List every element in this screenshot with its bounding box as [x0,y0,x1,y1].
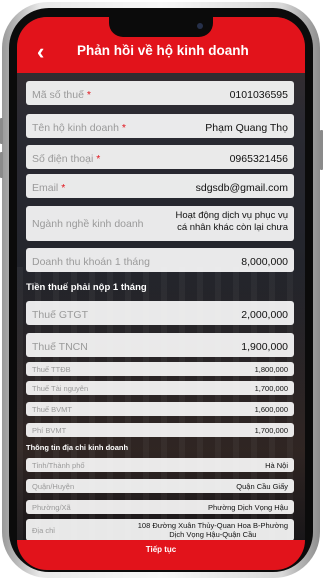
phone-field[interactable]: Số điện thoại * 0965321456 [26,145,294,169]
resource-tax-value: 1,700,000 [254,384,288,393]
camera-icon [197,23,203,29]
pit-label: Thuế TNCN [32,341,88,353]
tax-code-field[interactable]: Mã số thuế * 0101036595 [26,81,294,105]
address-value-line2: Dịch Vọng Hậu-Quận Cầu [169,530,257,539]
footer-bar: Tiếp tục [17,540,305,570]
address-section-title: Thông tin địa chỉ kinh doanh [26,443,129,452]
revenue-field[interactable]: Doanh thu khoán 1 tháng 8,000,000 [26,248,294,272]
address-value-line1: 108 Đường Xuân Thủy-Quan Hoa B-Phường [137,521,288,530]
special-tax-value: 1,800,000 [254,365,288,374]
province-label: Tỉnh/Thành phố [32,461,85,470]
district-field[interactable]: Quận/Huyện Quận Cầu Giấy [26,479,294,493]
vat-label: Thuế GTGT [32,309,89,321]
province-value: Hà Nội [265,461,288,470]
env-fee-label: Phí BVMT [32,426,67,435]
required-mark: * [86,89,91,101]
page-title: Phản hồi về hộ kinh doanh [77,43,249,58]
phone-label: Số điện thoại [32,153,94,165]
revenue-value: 8,000,000 [241,256,288,268]
email-value: sdgsdb@gmail.com [195,182,288,194]
env-tax-value: 1,600,000 [254,405,288,414]
ward-field[interactable]: Phường/Xã Phường Dịch Vọng Hậu [26,500,294,514]
ward-label: Phường/Xã [32,503,71,512]
env-fee-field[interactable]: Phí BVMT 1,700,000 [26,423,294,437]
special-tax-label: Thuế TTĐB [32,365,71,374]
phone-value: 0965321456 [229,153,288,165]
env-tax-label: Thuế BVMT [32,405,73,414]
tax-code-value: 0101036595 [229,89,288,101]
pit-field[interactable]: Thuế TNCN 1,900,000 [26,333,294,357]
pit-value: 1,900,000 [241,341,288,353]
continue-button[interactable]: Tiếp tục [17,545,305,554]
resource-tax-label: Thuế Tài nguyên [32,384,89,393]
business-name-field[interactable]: Tên hộ kinh doanh * Phạm Quang Thọ [26,114,294,138]
vat-value: 2,000,000 [241,309,288,321]
volume-up-button [0,118,3,144]
resource-tax-field[interactable]: Thuế Tài nguyên 1,700,000 [26,381,294,395]
district-label: Quận/Huyện [32,482,75,491]
ward-value: Phường Dịch Vọng Hậu [208,503,288,512]
business-name-label: Tên hộ kinh doanh [32,122,119,134]
required-mark: * [96,153,101,165]
address-label: Địa chỉ [32,526,55,535]
industry-value-line1: Hoạt động dịch vụ phục vụ [175,210,289,221]
business-name-value: Phạm Quang Thọ [205,122,288,134]
vat-field[interactable]: Thuế GTGT 2,000,000 [26,301,294,325]
industry-label: Ngành nghề kinh doanh [32,218,144,230]
address-field[interactable]: Địa chỉ 108 Đường Xuân Thủy-Quan Hoa B-P… [26,519,294,541]
industry-field[interactable]: Ngành nghề kinh doanh Hoạt động dịch vụ … [26,206,294,241]
back-arrow-icon[interactable]: ‹ [37,41,44,63]
required-mark: * [61,182,66,194]
revenue-label: Doanh thu khoán 1 tháng [32,256,150,268]
volume-down-button [0,152,3,178]
industry-value-line2: cá nhân khác còn lại chưa [177,222,288,233]
required-mark: * [121,122,126,134]
env-fee-value: 1,700,000 [254,426,288,435]
tax-section-title: Tiền thuế phải nộp 1 tháng [26,282,147,293]
email-label: Email [32,182,59,194]
tax-code-label: Mã số thuế [32,89,84,101]
app-screen: ‹ Phản hồi về hộ kinh doanh Mã số thuế *… [17,17,305,570]
email-field[interactable]: Email * sdgsdb@gmail.com [26,174,294,198]
special-tax-field[interactable]: Thuế TTĐB 1,800,000 [26,362,294,376]
province-field[interactable]: Tỉnh/Thành phố Hà Nội [26,458,294,472]
district-value: Quận Cầu Giấy [236,482,288,491]
env-tax-field[interactable]: Thuế BVMT 1,600,000 [26,402,294,416]
